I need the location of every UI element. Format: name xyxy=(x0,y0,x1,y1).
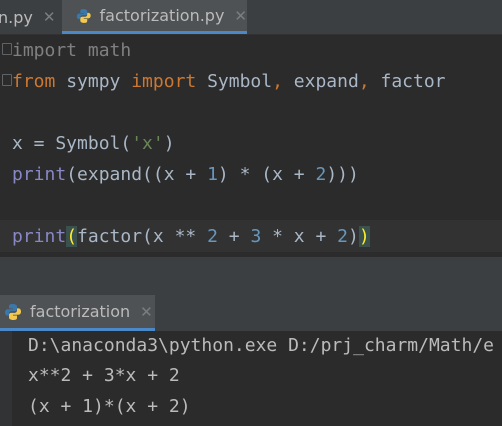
console-line-command: D:\anaconda3\python.exe D:/prj_charm/Mat… xyxy=(28,335,494,356)
code-token: Symbol xyxy=(196,71,273,92)
code-token: print xyxy=(12,164,67,185)
code-token: factor xyxy=(369,71,446,92)
python-icon xyxy=(76,8,91,23)
console-line-factor-result: (x + 1)*(x + 2) xyxy=(28,396,191,417)
close-icon[interactable]: ✕ xyxy=(43,8,56,26)
code-line-2: from sympy import Symbol, expand, factor xyxy=(12,70,446,94)
code-token: * x + xyxy=(261,226,338,247)
code-token: factor(x ** xyxy=(77,226,208,247)
console-line-expand-result: x**2 + 3*x + 2 xyxy=(28,365,180,386)
code-token: + xyxy=(217,226,251,247)
run-console[interactable]: D:\anaconda3\python.exe D:/prj_charm/Mat… xyxy=(0,331,502,426)
close-icon[interactable]: ✕ xyxy=(140,303,153,321)
run-tab-factorization[interactable]: factorization ✕ xyxy=(0,295,155,331)
code-token: sympy xyxy=(55,71,132,92)
code-token: import xyxy=(131,71,197,92)
code-editor[interactable]: import math from sympy import Symbol, ex… xyxy=(0,35,502,257)
code-token: , xyxy=(272,71,283,92)
run-tab-label: factorization xyxy=(30,302,131,321)
code-token: 2 xyxy=(337,226,348,247)
code-token: ) xyxy=(163,133,175,154)
tab-label: n.py xyxy=(0,7,33,27)
tab-factorization-py[interactable]: factorization.py ✕ xyxy=(62,0,247,34)
code-token: (expand((x + xyxy=(66,164,208,185)
code-token: x = Symbol( xyxy=(12,133,132,154)
close-icon[interactable]: ✕ xyxy=(234,7,247,25)
tab-label: factorization.py xyxy=(99,6,225,25)
code-token: ( xyxy=(66,226,78,247)
code-line-5: print(expand((x + 1) * (x + 2))) xyxy=(12,163,359,187)
code-token: 3 xyxy=(250,226,262,247)
console-gutter xyxy=(0,331,12,426)
code-token: expand xyxy=(282,71,359,92)
fold-marker-icon[interactable] xyxy=(2,43,12,55)
code-token: 2 xyxy=(207,226,218,247)
panel-separator[interactable] xyxy=(0,257,502,295)
editor-tab-bar: n.py ✕ factorization.py ✕ xyxy=(0,0,502,35)
code-token: import math xyxy=(12,40,132,61)
run-tool-window-header: factorization ✕ xyxy=(0,295,502,332)
code-token: 1 xyxy=(207,164,218,185)
code-token: 'x' xyxy=(131,133,164,154)
code-line-4: x = Symbol('x') xyxy=(12,132,175,156)
code-token: print xyxy=(12,226,67,247)
code-token: ) xyxy=(347,226,359,247)
fold-marker-icon[interactable] xyxy=(2,74,12,86)
tab-previous-file[interactable]: n.py ✕ xyxy=(0,0,58,34)
python-icon xyxy=(5,303,21,320)
code-token: ) xyxy=(358,226,370,247)
code-token: ))) xyxy=(326,164,359,185)
code-token: 2 xyxy=(315,164,327,185)
code-token: ) * (x + xyxy=(217,164,316,185)
code-line-7: print(factor(x ** 2 + 3 * x + 2)) xyxy=(12,225,370,249)
code-token: from xyxy=(12,71,56,92)
code-line-1: import math xyxy=(12,39,131,63)
code-token: , xyxy=(358,71,370,92)
